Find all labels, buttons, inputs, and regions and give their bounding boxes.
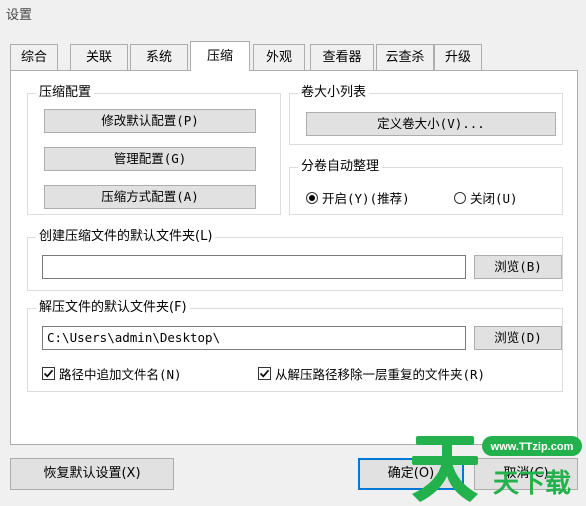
append-filename-label: 路径中追加文件名(N): [59, 367, 182, 382]
tab-viewer[interactable]: 查看器: [310, 44, 374, 70]
browse-extract-folder-button[interactable]: 浏览(D): [474, 326, 562, 350]
radio-on-indicator: [306, 191, 318, 204]
auto-arrange-legend: 分卷自动整理: [298, 158, 383, 176]
tab-cloud-scan[interactable]: 云查杀: [376, 44, 434, 70]
tab-general[interactable]: 综合: [10, 44, 58, 70]
default-archive-folder-legend: 创建压缩文件的默认文件夹(L): [36, 228, 216, 246]
remove-duplicate-folder-label: 从解压路径移除一层重复的文件夹(R): [275, 367, 486, 382]
tab-system[interactable]: 系统: [130, 44, 188, 70]
append-filename-checkbox[interactable]: 路径中追加文件名(N): [42, 364, 182, 383]
compress-method-config-button[interactable]: 压缩方式配置(A): [44, 185, 256, 209]
auto-arrange-group: 分卷自动整理 开启(Y)(推荐) 关闭(U): [289, 158, 563, 215]
define-volume-size-button[interactable]: 定义卷大小(V)...: [306, 112, 556, 136]
auto-arrange-on-radio[interactable]: 开启(Y)(推荐): [306, 188, 410, 207]
auto-arrange-off-radio[interactable]: 关闭(U): [454, 188, 518, 207]
volume-size-legend: 卷大小列表: [298, 84, 370, 102]
tab-compress[interactable]: 压缩: [190, 41, 250, 71]
default-archive-folder-group: 创建压缩文件的默认文件夹(L) 浏览(B): [27, 228, 563, 291]
settings-panel: 压缩配置 修改默认配置(P) 管理配置(G) 压缩方式配置(A) 卷大小列表 定…: [10, 70, 578, 445]
checkmark-icon: [42, 367, 55, 380]
window-title: 设置: [6, 8, 33, 23]
radio-off-indicator: [454, 191, 466, 204]
compress-config-legend: 压缩配置: [36, 84, 95, 102]
browse-archive-folder-button[interactable]: 浏览(B): [474, 255, 562, 279]
tab-associations[interactable]: 关联: [70, 44, 128, 70]
watermark-url: www.TTzip.com: [490, 441, 574, 453]
default-archive-folder-input[interactable]: [42, 255, 466, 279]
auto-arrange-on-label: 开启(Y)(推荐): [322, 191, 410, 206]
compress-config-group: 压缩配置 修改默认配置(P) 管理配置(G) 压缩方式配置(A): [27, 84, 281, 215]
checkmark-icon: [258, 367, 271, 380]
manage-config-button[interactable]: 管理配置(G): [44, 147, 256, 171]
remove-duplicate-folder-checkbox[interactable]: 从解压路径移除一层重复的文件夹(R): [258, 364, 485, 383]
tab-appearance[interactable]: 外观: [253, 44, 305, 70]
auto-arrange-off-label: 关闭(U): [470, 191, 518, 206]
tab-upgrade[interactable]: 升级: [434, 44, 482, 70]
extract-folder-input[interactable]: C:\Users\admin\Desktop\: [42, 326, 466, 350]
watermark-logo: www.TTzip.com 天下载: [412, 430, 584, 502]
watermark-logo-icon: www.TTzip.com 天下载: [412, 436, 582, 502]
extract-folder-legend: 解压文件的默认文件夹(F): [36, 299, 190, 317]
volume-size-group: 卷大小列表 定义卷大小(V)...: [289, 84, 563, 145]
watermark-text: 天下载: [493, 469, 571, 499]
edit-default-config-button[interactable]: 修改默认配置(P): [44, 109, 256, 133]
extract-folder-group: 解压文件的默认文件夹(F) C:\Users\admin\Desktop\ 浏览…: [27, 299, 563, 392]
restore-defaults-button[interactable]: 恢复默认设置(X): [10, 458, 174, 490]
